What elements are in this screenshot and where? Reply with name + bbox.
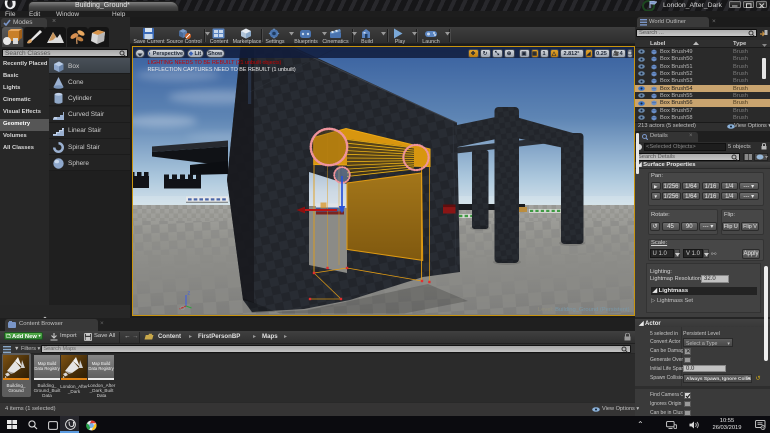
svg-text:Z: Z xyxy=(187,290,190,295)
